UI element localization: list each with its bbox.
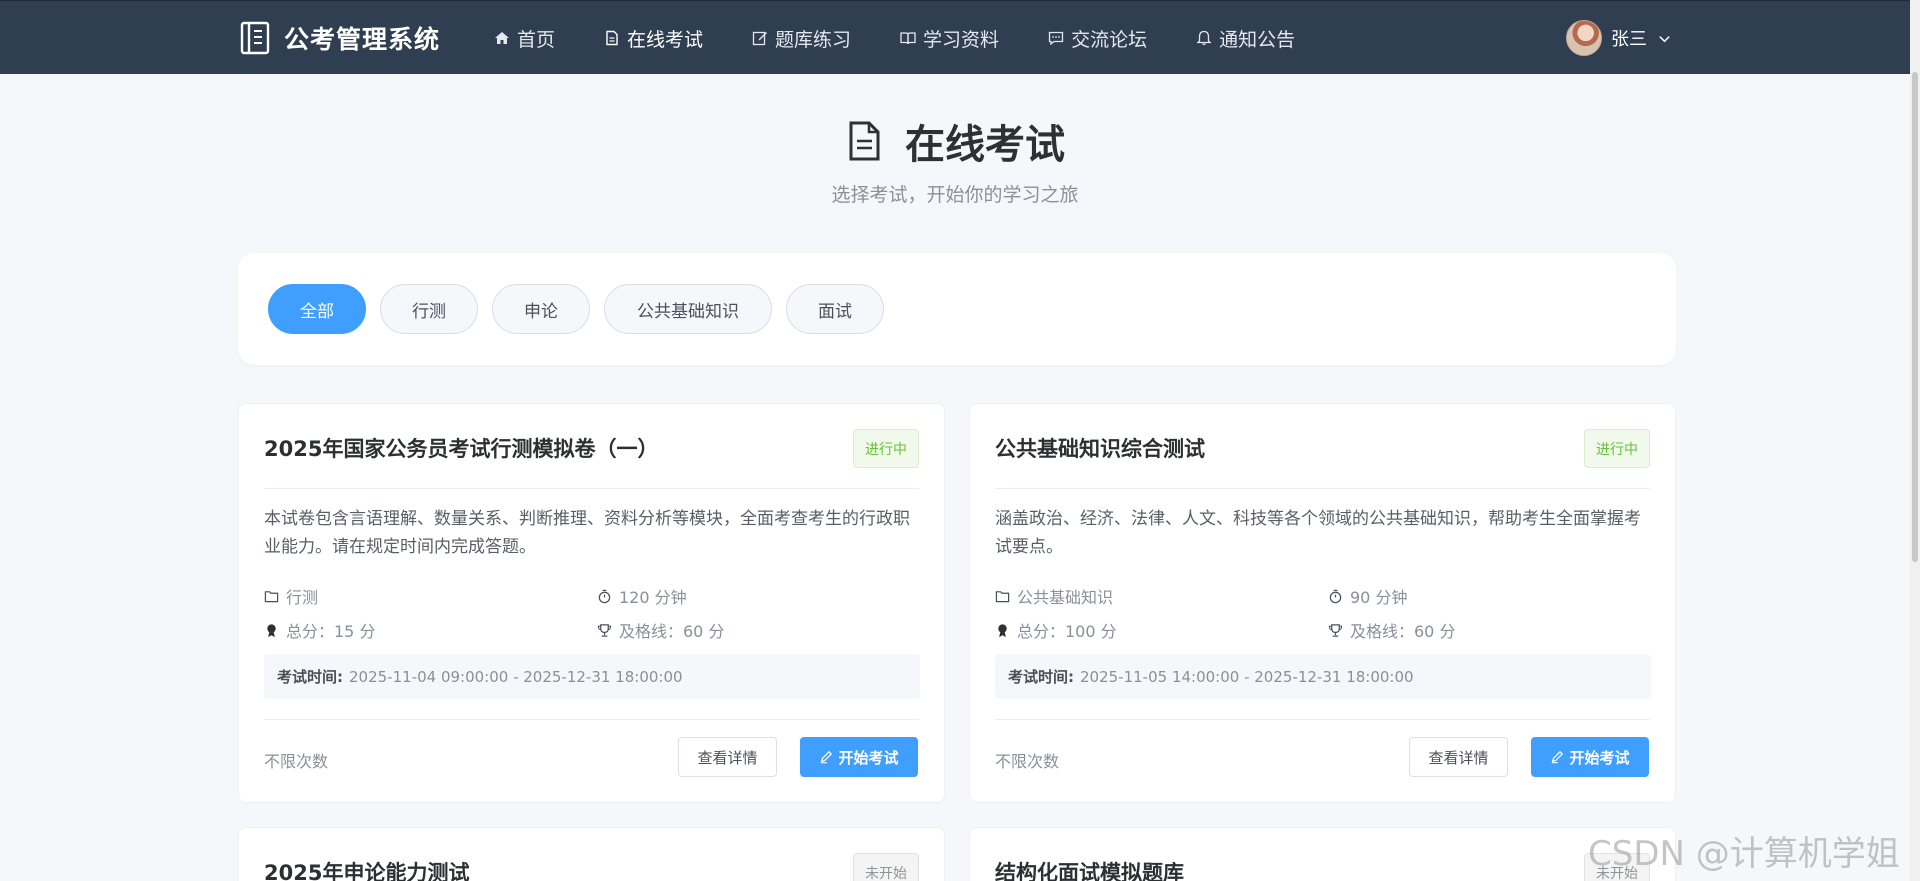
exam-category-text: 公共基础知识: [1017, 588, 1114, 607]
book-open-icon: [900, 32, 916, 45]
nav-item-online-exam[interactable]: 在线考试: [604, 1, 703, 75]
nav-item-label: 学习资料: [923, 28, 1000, 51]
page-header: 在线考试 选择考试，开始你的学习之旅: [0, 112, 1910, 207]
exam-pass-text: 及格线：60 分: [1350, 622, 1456, 641]
exam-duration-text: 120 分钟: [619, 588, 687, 607]
status-badge: 进行中: [853, 429, 919, 468]
stopwatch-icon: [598, 589, 611, 603]
nav-item-label: 交流论坛: [1071, 28, 1148, 51]
exam-card: 结构化面试模拟题库 未开始: [969, 827, 1676, 881]
home-icon: [495, 32, 509, 44]
divider: [995, 488, 1650, 489]
exam-category: 公共基础知识: [995, 584, 1113, 608]
page-title: 在线考试: [845, 112, 1065, 170]
category-filters: 全部 行测 申论 公共基础知识 面试: [268, 284, 898, 334]
scrollbar-thumb[interactable]: [1912, 72, 1918, 562]
stopwatch-icon: [1329, 589, 1342, 603]
nav-item-study-materials[interactable]: 学习资料: [900, 1, 999, 75]
nav-item-home[interactable]: 首页: [494, 1, 555, 75]
document-icon: [849, 121, 880, 161]
exam-time-label: 考试时间:: [277, 668, 343, 686]
nav-item-question-bank[interactable]: 题库练习: [752, 1, 851, 75]
folder-icon: [995, 590, 1010, 602]
exam-category: 行测: [264, 584, 318, 608]
nav-menu: 首页 在线考试 题库练习 学习资料 交流论坛 通知公告: [494, 1, 1344, 75]
filter-shenlun[interactable]: 申论: [492, 284, 590, 334]
trophy-icon: [597, 623, 612, 637]
exam-title[interactable]: 2025年申论能力测试: [264, 857, 469, 881]
nav-item-label: 首页: [517, 28, 556, 51]
exam-time: 考试时间: 2025-11-04 09:00:00 - 2025-12-31 1…: [264, 654, 920, 699]
exam-time-label: 考试时间:: [1008, 668, 1074, 686]
book-icon: [240, 21, 270, 55]
medal-icon: [267, 623, 276, 637]
start-exam-label: 开始考试: [1569, 748, 1630, 767]
filter-interview[interactable]: 面试: [786, 284, 884, 334]
exam-total-score: 总分：100 分: [995, 618, 1117, 642]
page-subtitle: 选择考试，开始你的学习之旅: [831, 184, 1079, 206]
pencil-icon: [1552, 750, 1564, 764]
status-badge: 未开始: [853, 853, 919, 881]
trophy-icon: [1328, 623, 1343, 637]
nav-item-label: 题库练习: [775, 28, 852, 51]
folder-icon: [264, 590, 279, 602]
exam-attempts: 不限次数: [264, 752, 329, 771]
divider: [264, 488, 919, 489]
document-icon: [606, 30, 618, 46]
exam-category-text: 行测: [286, 588, 319, 607]
nav-item-notices[interactable]: 通知公告: [1196, 1, 1295, 75]
filter-panel: 全部 行测 申论 公共基础知识 面试: [238, 253, 1676, 365]
exam-pass-score: 及格线：60 分: [597, 618, 724, 642]
exam-description: 涵盖政治、经济、法律、人文、科技等各个领域的公共基础知识，帮助考生全面掌握考试要…: [995, 509, 1641, 557]
exam-attempts: 不限次数: [995, 752, 1060, 771]
user-name: 张三: [1611, 29, 1647, 50]
exam-duration: 90 分钟: [1328, 584, 1407, 608]
exam-card: 公共基础知识综合测试 进行中 涵盖政治、经济、法律、人文、科技等各个领域的公共基…: [969, 403, 1676, 803]
edit-icon: [752, 31, 768, 46]
exam-pass-text: 及格线：60 分: [619, 622, 725, 641]
brand[interactable]: 公考管理系统: [240, 20, 440, 56]
start-exam-label: 开始考试: [838, 748, 899, 767]
user-menu[interactable]: 张三: [1566, 20, 1672, 56]
exam-pass-score: 及格线：60 分: [1328, 618, 1455, 642]
top-navbar: 公考管理系统 首页 在线考试 题库练习 学习资料 交流论坛 通知公告 张三: [0, 0, 1920, 74]
exam-duration: 120 分钟: [597, 584, 687, 608]
start-exam-button[interactable]: 开始考试: [800, 737, 918, 777]
exam-title[interactable]: 结构化面试模拟题库: [995, 857, 1184, 881]
view-details-button[interactable]: 查看详情: [678, 737, 777, 777]
nav-item-label: 在线考试: [627, 28, 704, 51]
page-title-text: 在线考试: [905, 122, 1065, 168]
exam-total-text: 总分：100 分: [1017, 622, 1117, 641]
exam-total-score: 总分：15 分: [264, 618, 375, 642]
exam-card: 2025年国家公务员考试行测模拟卷（一） 进行中 本试卷包含言语理解、数量关系、…: [238, 403, 945, 803]
filter-public-knowledge[interactable]: 公共基础知识: [604, 284, 772, 334]
exam-title[interactable]: 公共基础知识综合测试: [995, 433, 1205, 463]
exam-card: 2025年申论能力测试 未开始: [238, 827, 945, 881]
start-exam-button[interactable]: 开始考试: [1531, 737, 1649, 777]
divider: [264, 719, 919, 720]
medal-icon: [998, 623, 1007, 637]
status-badge: 进行中: [1584, 429, 1650, 468]
chevron-down-icon: [1659, 35, 1670, 42]
exam-title[interactable]: 2025年国家公务员考试行测模拟卷（一）: [264, 433, 658, 463]
exam-time-value: 2025-11-05 14:00:00 - 2025-12-31 18:00:0…: [1080, 667, 1414, 686]
exam-time-value: 2025-11-04 09:00:00 - 2025-12-31 18:00:0…: [349, 667, 683, 686]
view-details-button[interactable]: 查看详情: [1409, 737, 1508, 777]
chat-icon: [1048, 31, 1064, 46]
filter-xingce[interactable]: 行测: [380, 284, 478, 334]
bell-icon: [1196, 30, 1212, 46]
nav-item-forum[interactable]: 交流论坛: [1048, 1, 1147, 75]
nav-item-label: 通知公告: [1219, 28, 1296, 51]
exam-duration-text: 90 分钟: [1350, 588, 1408, 607]
exam-total-text: 总分：15 分: [286, 622, 376, 641]
scrollbar[interactable]: [1910, 0, 1920, 881]
exam-time: 考试时间: 2025-11-05 14:00:00 - 2025-12-31 1…: [995, 654, 1651, 699]
avatar: [1566, 20, 1602, 56]
pencil-icon: [821, 750, 833, 764]
divider: [995, 719, 1650, 720]
brand-title: 公考管理系统: [284, 25, 441, 54]
filter-all[interactable]: 全部: [268, 284, 366, 334]
watermark: CSDN @计算机学姐: [1588, 834, 1900, 874]
exam-description: 本试卷包含言语理解、数量关系、判断推理、资料分析等模块，全面考查考生的行政职业能…: [264, 509, 910, 557]
